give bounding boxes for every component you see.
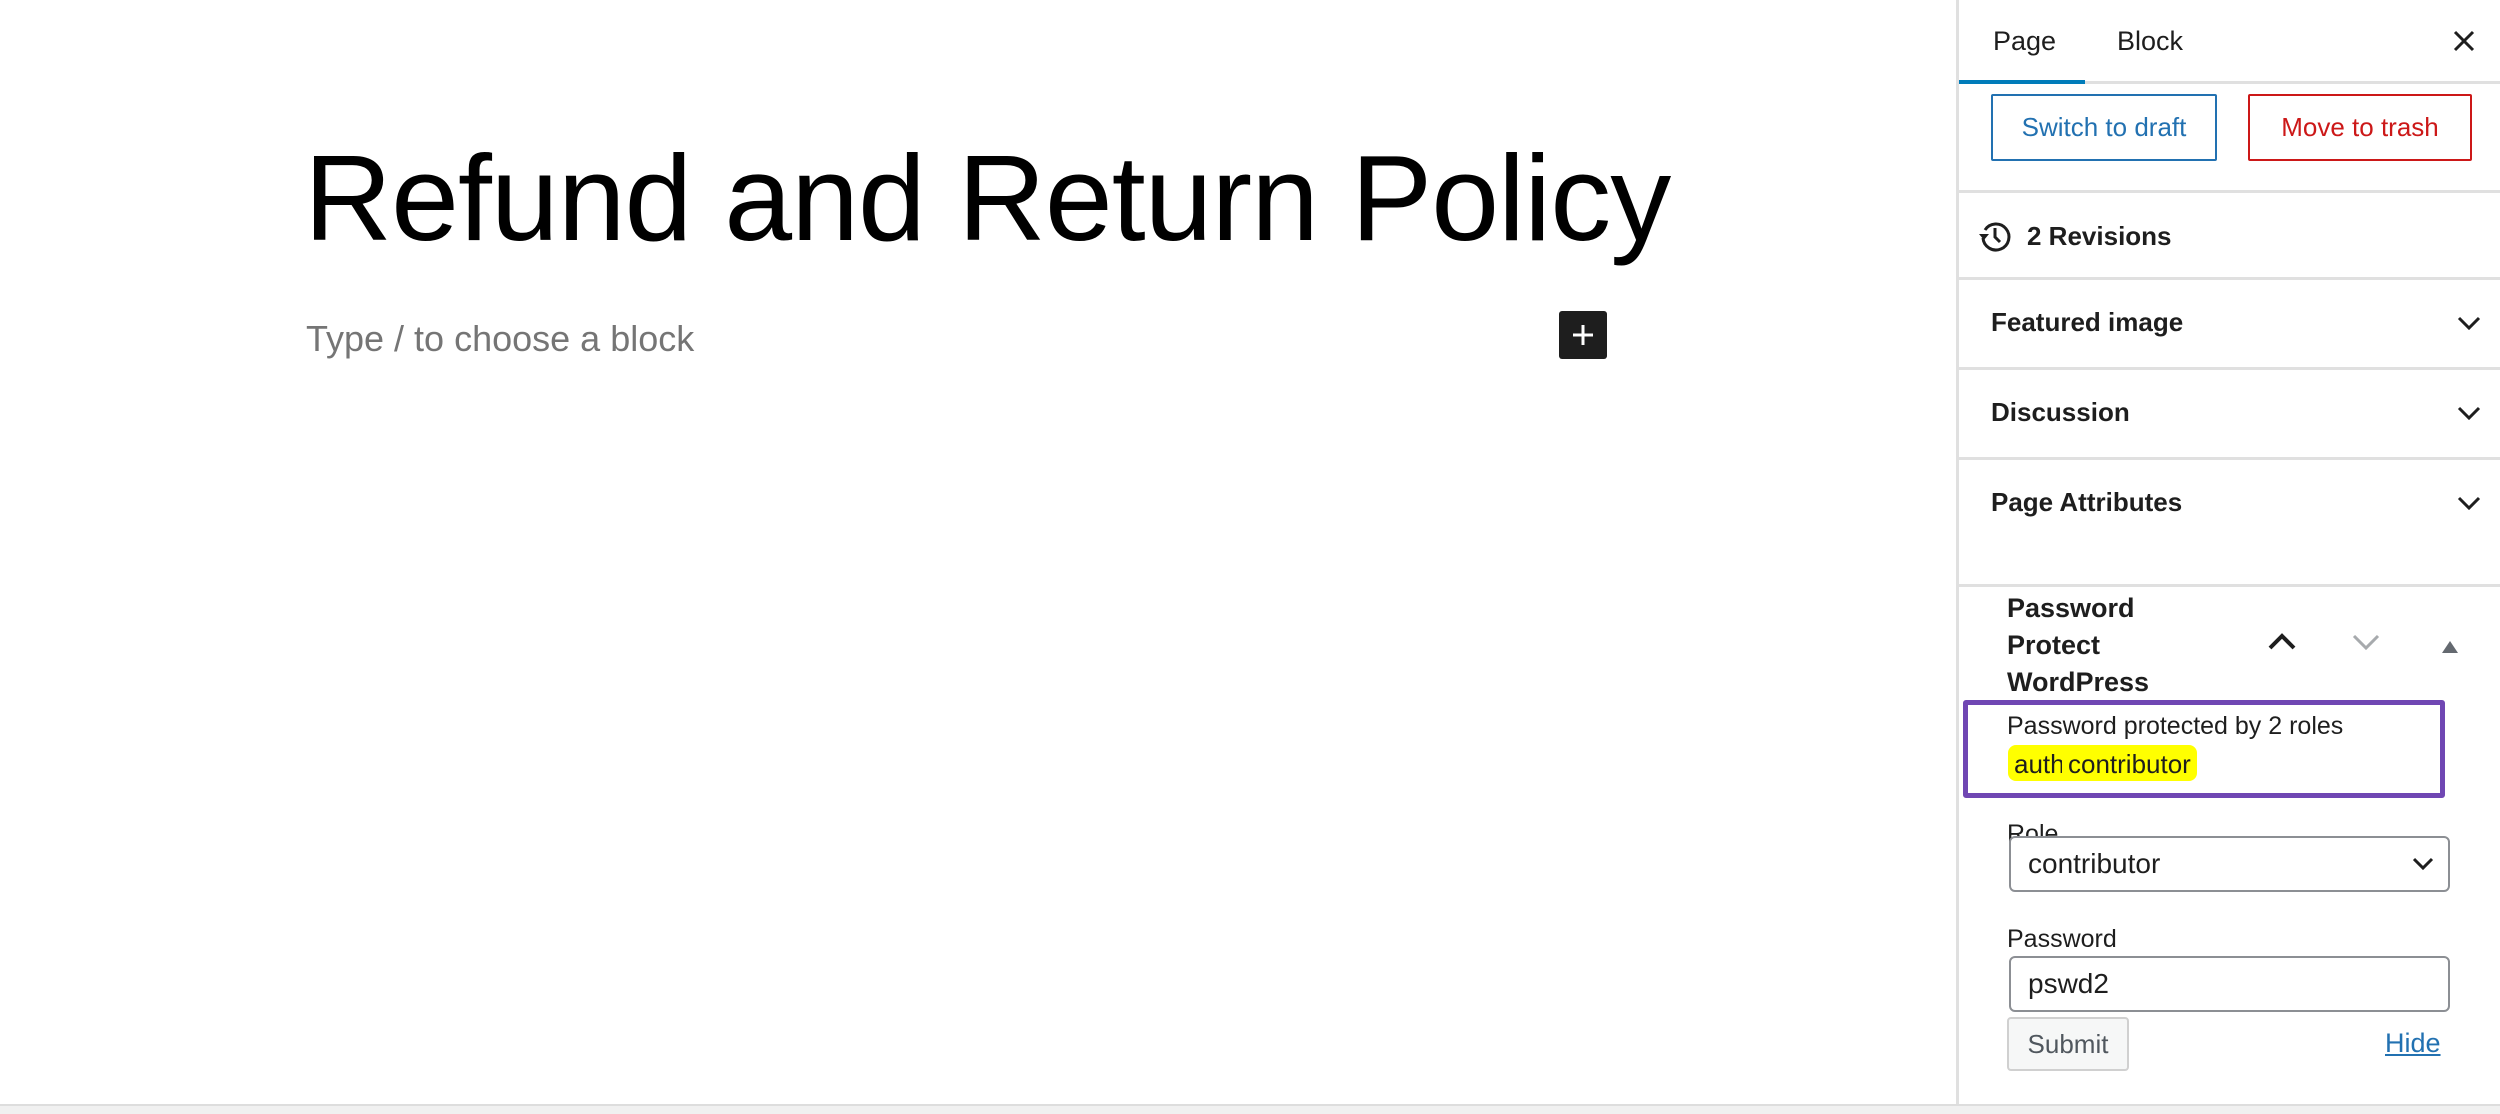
title-line: Password bbox=[2007, 593, 2135, 623]
chevron-down-icon bbox=[2457, 316, 2481, 330]
role-tag: contributor bbox=[2062, 745, 2197, 781]
panel-label: Featured image bbox=[1991, 307, 2184, 337]
page-title[interactable]: Refund and Return Policy bbox=[304, 128, 1671, 268]
move-down-icon[interactable] bbox=[2351, 632, 2381, 652]
switch-to-draft-button[interactable]: Switch to draft bbox=[1991, 94, 2217, 161]
title-line: WordPress bbox=[2007, 667, 2150, 697]
revisions-label: 2 Revisions bbox=[2027, 220, 2172, 251]
add-block-button[interactable] bbox=[1559, 311, 1607, 359]
panel-page-attributes[interactable]: Page Attributes bbox=[1991, 487, 2481, 518]
role-select-value: contributor bbox=[2028, 848, 2161, 879]
divider bbox=[1959, 190, 2500, 193]
history-icon bbox=[1979, 222, 2011, 252]
editor-canvas: Refund and Return Policy Type / to choos… bbox=[0, 0, 1956, 1104]
plugin-panel-title: Password Protect WordPress bbox=[2007, 590, 2207, 701]
panel-label: Page Attributes bbox=[1991, 487, 2183, 517]
divider bbox=[1959, 367, 2500, 370]
plus-icon bbox=[1573, 325, 1593, 345]
divider bbox=[1959, 584, 2500, 587]
role-select[interactable]: contributor bbox=[2009, 836, 2450, 892]
protection-summary: Password protected by 2 roles bbox=[2007, 712, 2344, 740]
bottom-bar bbox=[0, 1104, 2500, 1114]
revisions-link[interactable]: 2 Revisions bbox=[1977, 218, 2172, 254]
collapse-triangle-icon[interactable] bbox=[2441, 640, 2459, 654]
tab-page[interactable]: Page bbox=[1993, 26, 2056, 57]
active-tab-indicator bbox=[1959, 80, 2085, 84]
panel-discussion[interactable]: Discussion bbox=[1991, 397, 2481, 428]
divider bbox=[1959, 457, 2500, 460]
submit-button[interactable]: Submit bbox=[2007, 1017, 2129, 1071]
password-value: pswd2 bbox=[2028, 968, 2109, 999]
settings-sidebar: Page Block Switch to draft Move to trash… bbox=[1956, 0, 2500, 1104]
password-input[interactable]: pswd2 bbox=[2009, 956, 2450, 1012]
move-up-icon[interactable] bbox=[2267, 632, 2297, 652]
block-placeholder[interactable]: Type / to choose a block bbox=[306, 318, 694, 360]
panel-featured-image[interactable]: Featured image bbox=[1991, 307, 2481, 338]
close-icon[interactable] bbox=[2449, 26, 2479, 56]
hide-link[interactable]: Hide bbox=[2385, 1028, 2441, 1059]
tab-block[interactable]: Block bbox=[2117, 26, 2183, 57]
password-label: Password bbox=[2007, 925, 2117, 953]
move-to-trash-button[interactable]: Move to trash bbox=[2248, 94, 2472, 161]
sidebar-tabs: Page Block bbox=[1959, 0, 2500, 84]
title-line: Protect bbox=[2007, 630, 2101, 660]
chevron-down-icon bbox=[2457, 406, 2481, 420]
divider bbox=[1959, 277, 2500, 280]
chevron-down-icon bbox=[2412, 857, 2434, 871]
chevron-down-icon bbox=[2457, 496, 2481, 510]
panel-label: Discussion bbox=[1991, 397, 2130, 427]
